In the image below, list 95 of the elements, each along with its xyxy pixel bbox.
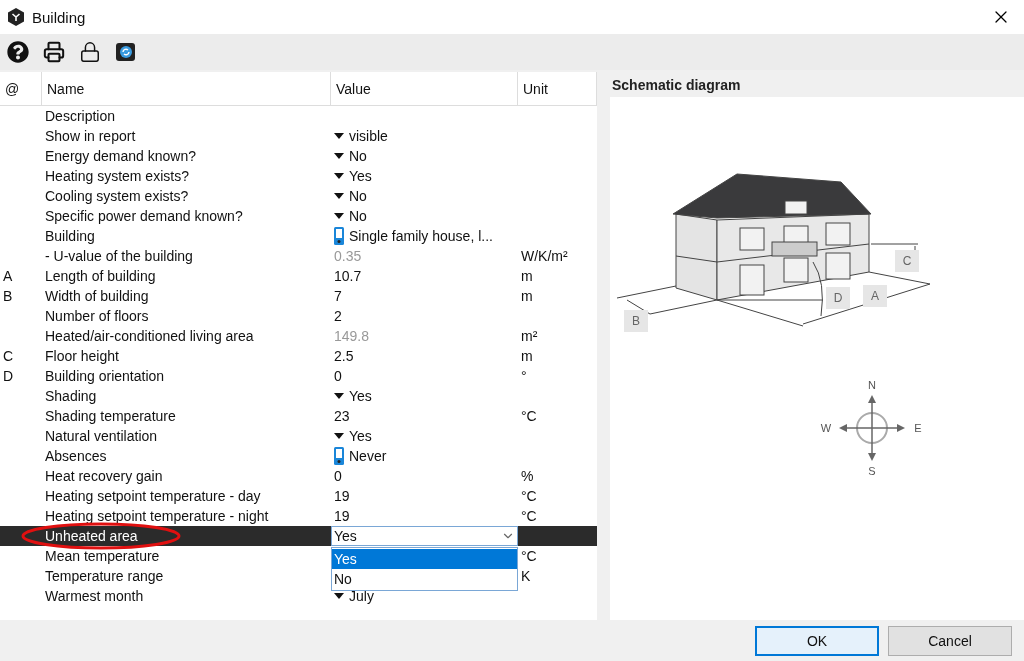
caret-icon — [334, 593, 344, 599]
unit-cell-text: °C — [520, 548, 538, 564]
property-value: July — [349, 588, 374, 604]
caret-icon — [334, 213, 344, 219]
compass-west-label: W — [820, 422, 832, 434]
property-value: Yes — [349, 168, 372, 184]
caret-icon — [334, 193, 344, 199]
property-name: Building — [44, 228, 96, 244]
marker-cell-text: C — [2, 348, 15, 364]
property-value: 2 — [334, 308, 342, 324]
property-name: Mean temperature — [44, 548, 161, 564]
device-icon — [334, 227, 344, 245]
property-name: Floor height — [44, 348, 120, 364]
property-name: Specific power demand known? — [44, 208, 244, 224]
property-value: 0 — [334, 468, 342, 484]
device-icon — [334, 447, 344, 465]
property-name: Cooling system exists? — [44, 188, 190, 204]
unit-cell-text: K — [520, 568, 532, 584]
dimension-label: A — [863, 285, 887, 307]
unit-cell-text: W/K/m² — [520, 248, 569, 264]
caret-icon — [334, 173, 344, 179]
property-name: Heated/air-conditioned living area — [44, 328, 255, 344]
property-value: 149.8 — [334, 328, 370, 344]
property-name: Energy demand known? — [44, 148, 197, 164]
caret-icon — [334, 153, 344, 159]
property-value: Never — [349, 448, 387, 464]
dimension-label: D — [826, 287, 850, 309]
column-header[interactable]: @ — [0, 72, 42, 106]
property-name: Temperature range — [44, 568, 165, 584]
marker-cell-text: B — [2, 288, 14, 304]
property-value: 0 — [334, 368, 342, 384]
property-value: 10.7 — [334, 268, 362, 284]
property-name: Length of building — [44, 268, 157, 284]
caret-icon — [334, 433, 344, 439]
property-value: 19 — [334, 508, 350, 524]
unit-cell-text: m — [520, 268, 534, 284]
property-name: Heat recovery gain — [44, 468, 164, 484]
compass-south-label: S — [868, 465, 876, 477]
property-name: Warmest month — [44, 588, 145, 604]
unit-cell-text: m² — [520, 328, 539, 344]
property-name: Natural ventilation — [44, 428, 159, 444]
marker-cell-text: D — [2, 368, 15, 384]
dropdown-option[interactable]: Yes — [332, 549, 517, 569]
app-logo-icon — [8, 8, 24, 26]
property-name: - U-value of the building — [44, 248, 194, 264]
property-name: Absences — [44, 448, 108, 464]
property-value: visible — [349, 128, 388, 144]
property-value: No — [349, 208, 367, 224]
property-name: Number of floors — [44, 308, 150, 324]
unit-cell-text: m — [520, 288, 534, 304]
property-name: Unheated area — [44, 528, 139, 544]
property-name: Heating setpoint temperature - day — [44, 488, 262, 504]
property-value: No — [349, 148, 367, 164]
unit-cell-text: °C — [520, 408, 538, 424]
marker-cell-text: A — [2, 268, 14, 284]
diagram-title: Schematic diagram — [611, 75, 742, 95]
property-value: 7 — [334, 288, 342, 304]
property-name: Show in report — [44, 128, 137, 144]
compass-east-label: E — [914, 422, 922, 434]
unit-cell-text: °C — [520, 488, 538, 504]
column-header[interactable]: Unit — [518, 72, 597, 106]
property-value: 2.5 — [334, 348, 354, 364]
property-value: No — [349, 188, 367, 204]
property-name: Width of building — [44, 288, 150, 304]
property-value: 23 — [334, 408, 350, 424]
column-header[interactable]: Name — [42, 72, 331, 106]
property-value: Single family house, l... — [349, 228, 493, 244]
unit-cell-text: m — [520, 348, 534, 364]
property-name: Heating setpoint temperature - night — [44, 508, 270, 524]
caret-icon — [334, 393, 344, 399]
window-title: Building — [32, 8, 87, 26]
unit-cell-text: ° — [520, 368, 528, 384]
dimension-label: C — [895, 250, 919, 272]
property-name: Shading — [44, 388, 98, 404]
unit-cell-text: °C — [520, 508, 538, 524]
property-name: Heating system exists? — [44, 168, 190, 184]
property-name: Description — [44, 108, 117, 124]
property-value: Yes — [349, 428, 372, 444]
cancel-button[interactable]: Cancel — [888, 625, 1012, 656]
unit-cell-text: % — [520, 468, 535, 484]
ok-button[interactable]: OK — [755, 625, 879, 656]
compass-north-label: N — [868, 379, 876, 391]
help-button[interactable] — [5, 39, 31, 65]
property-value: 0.35 — [334, 248, 362, 264]
property-name: Shading temperature — [44, 408, 177, 424]
caret-icon — [334, 133, 344, 139]
selected-row[interactable]: Unheated area Yes — [0, 526, 597, 546]
dimension-label: B — [624, 310, 648, 332]
property-value: Yes — [349, 388, 372, 404]
column-header[interactable]: Value — [331, 72, 518, 106]
compass-drawing — [837, 393, 907, 463]
combo-box[interactable]: Yes — [331, 526, 518, 546]
property-value: 19 — [334, 488, 350, 504]
print-button[interactable] — [41, 39, 67, 65]
property-name: Building orientation — [44, 368, 166, 384]
